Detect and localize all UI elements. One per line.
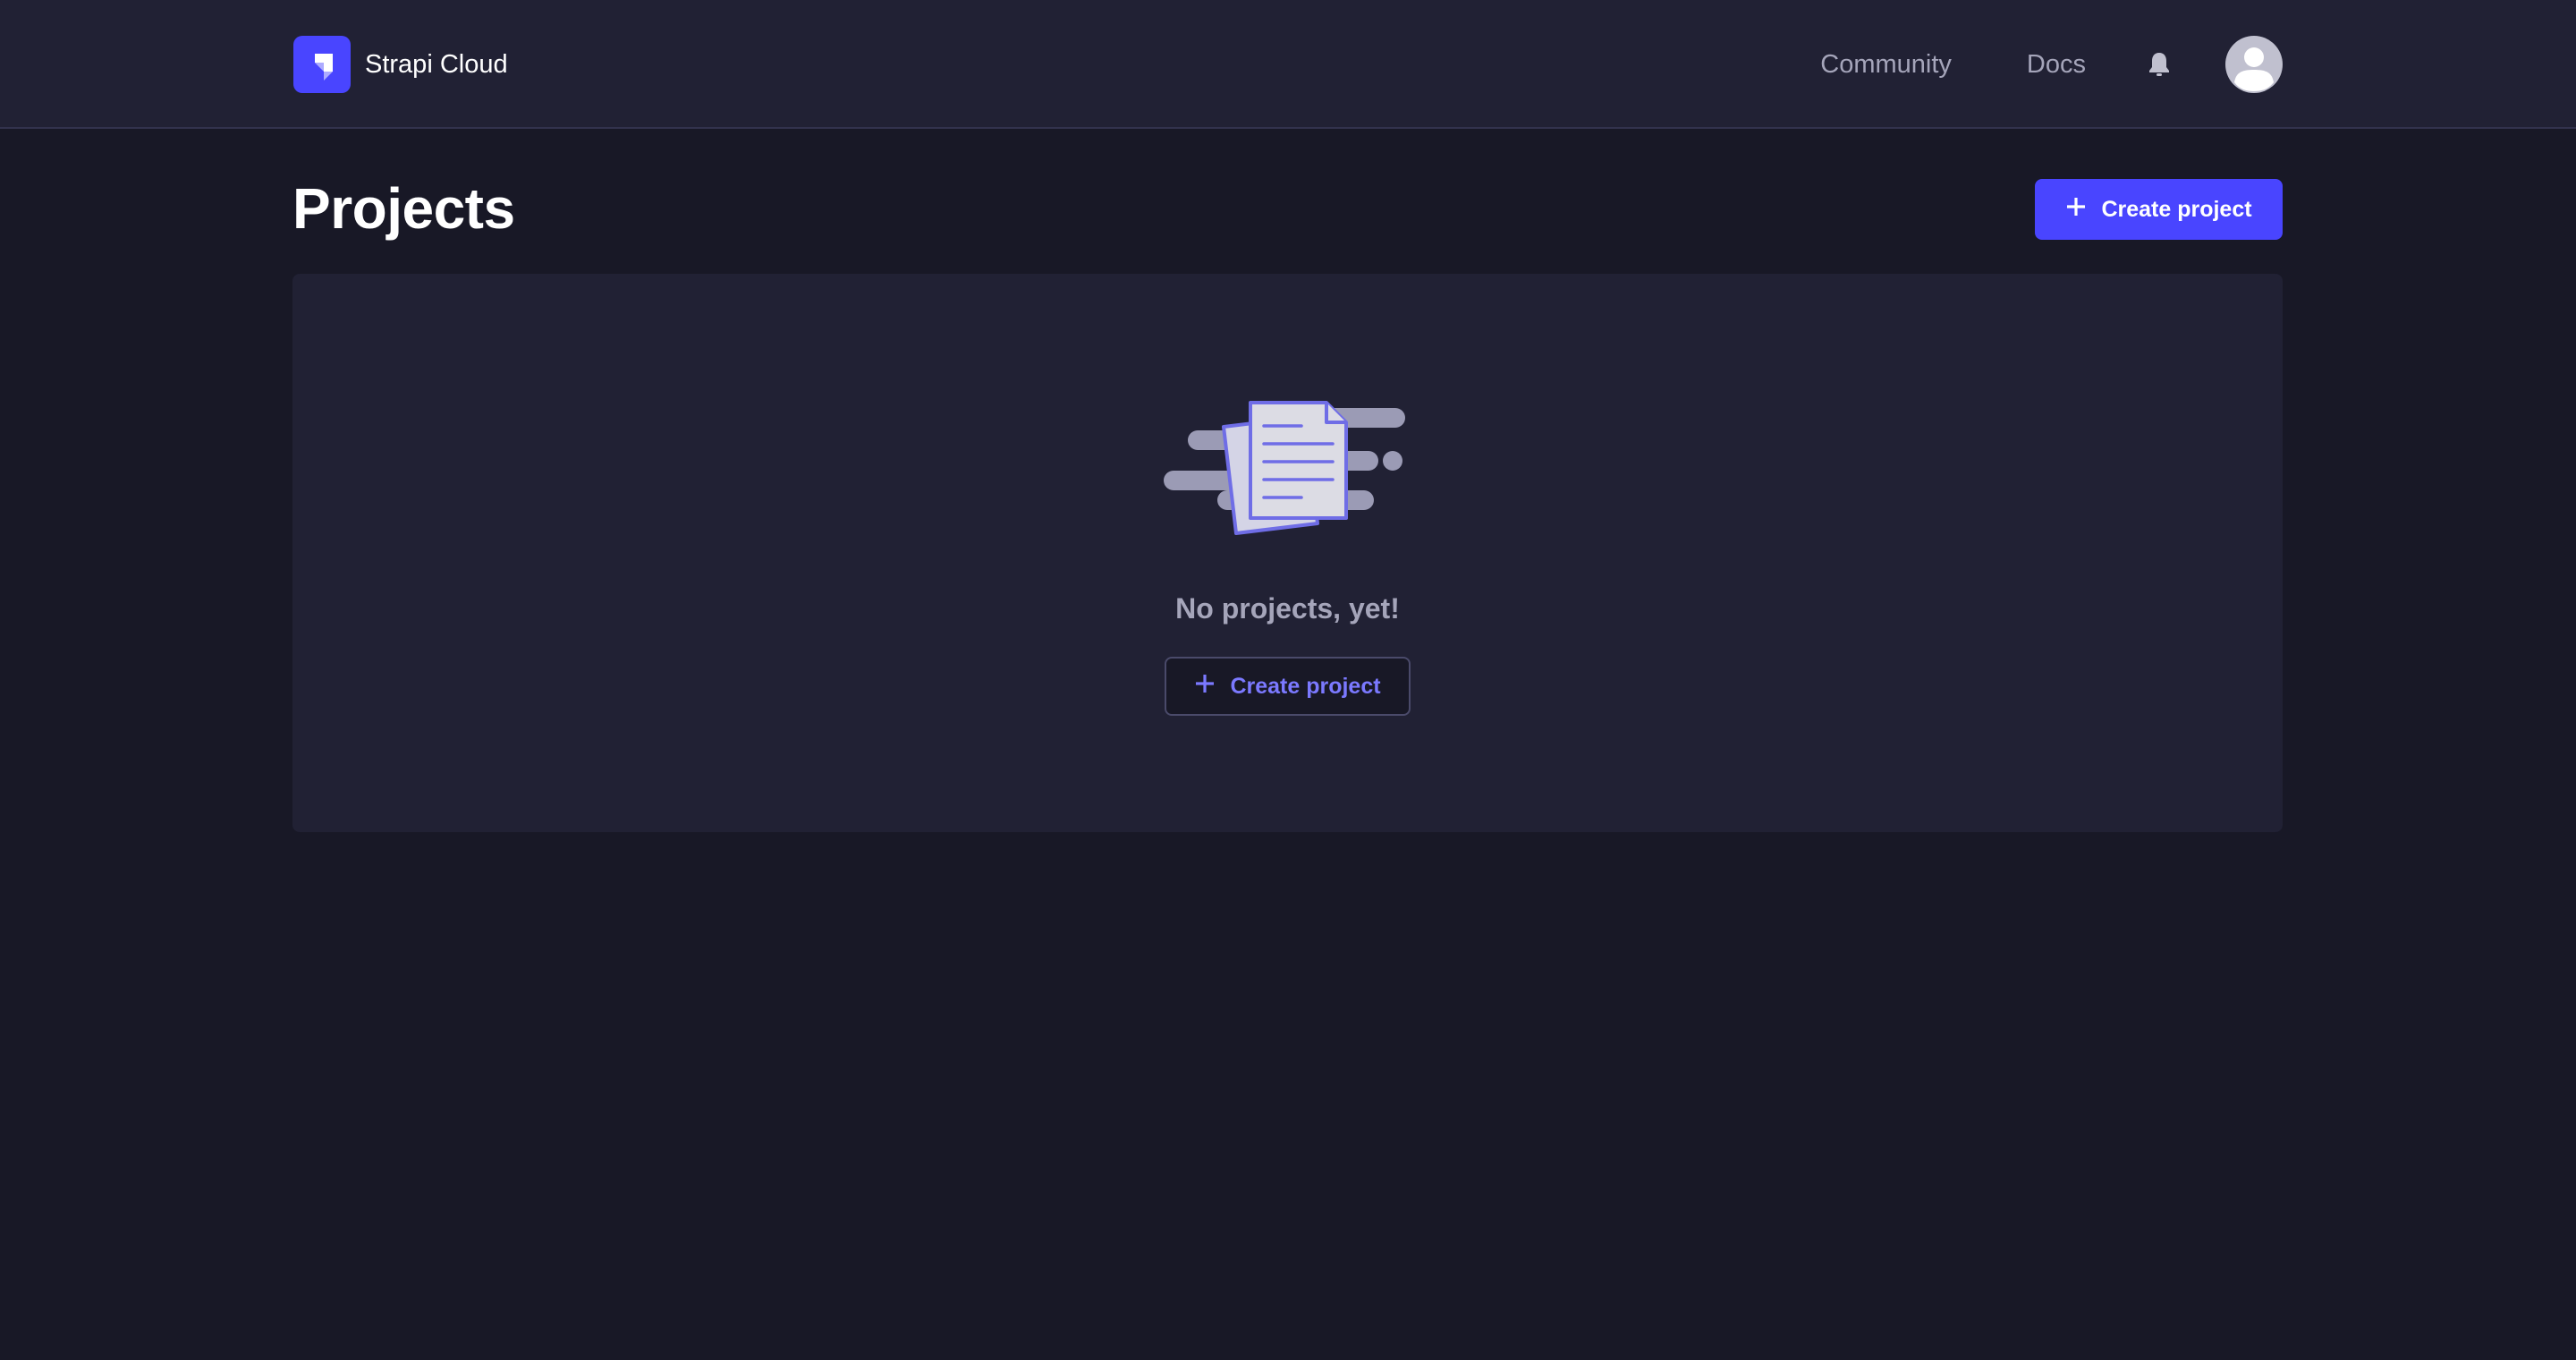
nav-link-community[interactable]: Community: [1820, 50, 1952, 80]
user-avatar-icon[interactable]: [2225, 36, 2283, 93]
header-nav: Community Docs: [1820, 36, 2283, 93]
nav-link-docs[interactable]: Docs: [2027, 50, 2086, 80]
brand-name: Strapi Cloud: [365, 49, 508, 79]
plus-icon: [1194, 673, 1216, 701]
create-project-button[interactable]: Create project: [2035, 179, 2283, 240]
top-header: Strapi Cloud Community Docs: [0, 0, 2576, 129]
create-project-label: Create project: [2101, 196, 2252, 222]
page-title: Projects: [292, 176, 515, 241]
empty-create-project-label: Create project: [1230, 673, 1381, 699]
empty-create-project-button[interactable]: Create project: [1165, 657, 1411, 716]
documents-illustration: [1164, 401, 1405, 535]
brand[interactable]: Strapi Cloud: [293, 36, 508, 93]
bell-icon[interactable]: [2145, 50, 2174, 79]
strapi-logo-icon: [293, 36, 351, 93]
empty-state-panel: No projects, yet! Create project: [292, 274, 2283, 832]
empty-state-message: No projects, yet!: [1175, 592, 1400, 625]
plus-icon: [2065, 196, 2087, 224]
